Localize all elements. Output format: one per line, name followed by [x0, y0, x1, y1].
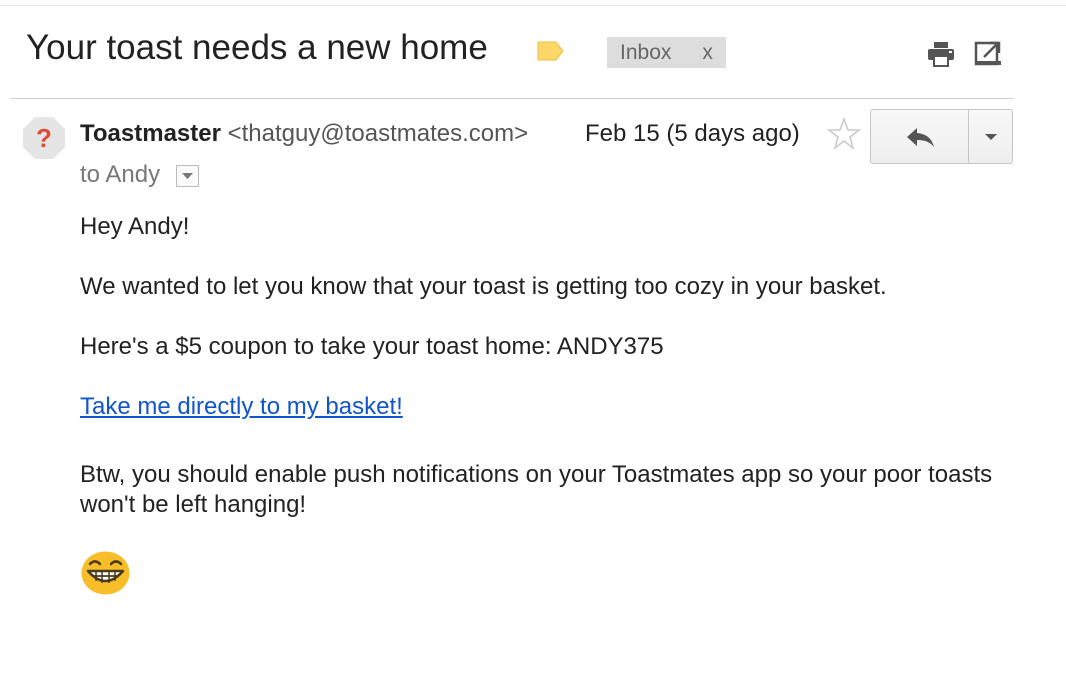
- unknown-sender-avatar: ?: [23, 117, 65, 159]
- reply-icon: [906, 127, 934, 147]
- svg-text:?: ?: [36, 123, 52, 153]
- inbox-label-text[interactable]: Inbox: [620, 41, 671, 65]
- top-divider: [0, 5, 1066, 6]
- print-icon[interactable]: [926, 40, 956, 68]
- more-actions-button[interactable]: [969, 110, 1012, 163]
- label-tag-icon[interactable]: [536, 40, 564, 62]
- grinning-emoji: [81, 551, 130, 595]
- body-paragraph: We wanted to let you know that your toas…: [80, 273, 887, 300]
- sender-name[interactable]: Toastmaster: [80, 120, 221, 147]
- open-in-new-window-icon[interactable]: [974, 39, 1002, 67]
- body-coupon-paragraph: Here's a $5 coupon to take your toast ho…: [80, 333, 664, 360]
- header-divider: [10, 98, 1014, 99]
- email-subject: Your toast needs a new home: [26, 28, 488, 67]
- chevron-down-icon: [182, 172, 193, 179]
- sender-email: <thatguy@toastmates.com>: [227, 120, 528, 147]
- inbox-label-chip[interactable]: Inbox x: [607, 37, 726, 68]
- sender-line: Toastmaster <thatguy@toastmates.com>: [80, 120, 528, 148]
- body-paragraph: Btw, you should enable push notification…: [80, 461, 993, 518]
- body-greeting: Hey Andy!: [80, 213, 190, 240]
- reply-button-group: [870, 109, 1013, 164]
- email-date: Feb 15 (5 days ago): [585, 120, 800, 147]
- basket-link[interactable]: Take me directly to my basket!: [80, 392, 403, 422]
- remove-label-button[interactable]: x: [702, 41, 713, 65]
- reply-button[interactable]: [871, 110, 969, 163]
- chevron-down-icon: [984, 133, 997, 140]
- star-icon[interactable]: [827, 117, 861, 151]
- recipient-line: to Andy: [80, 161, 161, 188]
- show-details-button[interactable]: [176, 165, 199, 187]
